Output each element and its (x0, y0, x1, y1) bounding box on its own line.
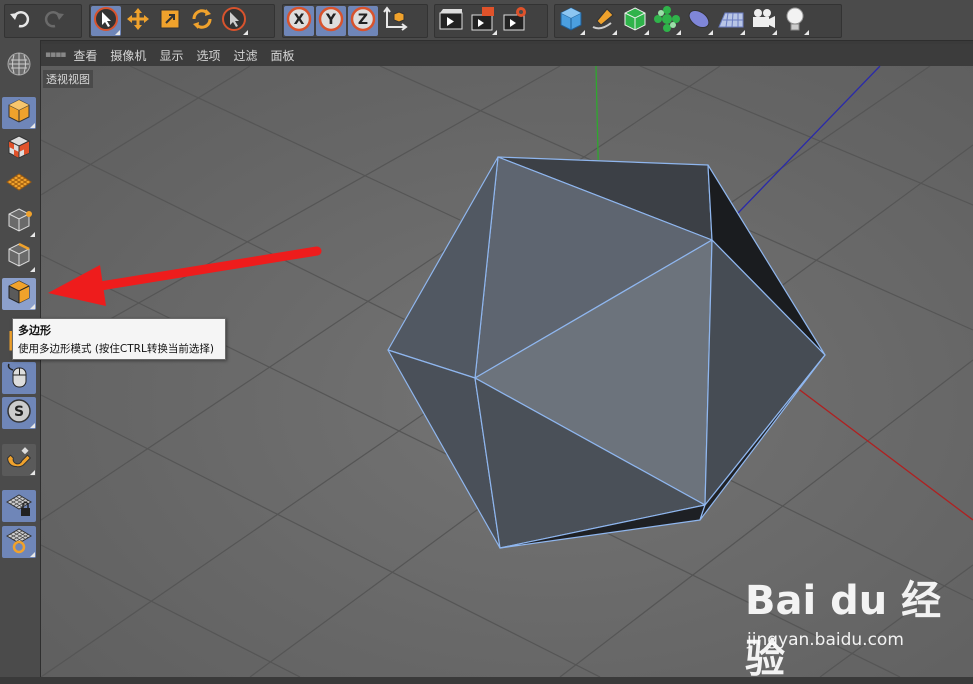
cube-primitive-button[interactable] (556, 6, 586, 36)
baidu-logo: Bai du 经验 (745, 578, 942, 682)
axis-lock-group: X Y Z (282, 4, 428, 38)
locked-workplane-icon (5, 490, 33, 522)
viewport-label: 透视视图 (43, 70, 93, 88)
cloner-button[interactable] (652, 6, 682, 36)
light-button[interactable] (780, 6, 810, 36)
snap-button[interactable] (2, 444, 36, 476)
pen-spline-button[interactable] (588, 6, 618, 36)
svg-text:Z: Z (358, 12, 368, 28)
menu-cameras[interactable]: 摄像机 (110, 47, 146, 64)
floor-button[interactable] (716, 6, 746, 36)
move-button[interactable] (123, 6, 153, 36)
tooltip: 多边形 使用多边形模式 (按住CTRL转换当前选择) (12, 318, 226, 360)
points-mode-icon (5, 206, 33, 238)
undo-icon (7, 5, 35, 37)
planar-workplane-button[interactable] (2, 526, 36, 558)
world-coordinate-button[interactable] (380, 6, 410, 36)
live-selection-button[interactable] (91, 6, 121, 36)
z-axis-button[interactable]: Z (348, 6, 378, 36)
redo-icon (39, 5, 67, 37)
rotate-button[interactable] (187, 6, 217, 36)
svg-text:X: X (294, 12, 305, 28)
world-coordinate-icon (381, 5, 409, 37)
tweak-mode-icon (5, 362, 33, 394)
tooltip-description: 使用多边形模式 (按住CTRL转换当前选择) (18, 343, 214, 355)
scale-button[interactable] (155, 6, 185, 36)
y-axis-button[interactable]: Y (316, 6, 346, 36)
make-editable-button[interactable] (2, 50, 36, 82)
x-axis-button[interactable]: X (284, 6, 314, 36)
workplane-mode-button[interactable] (2, 168, 36, 200)
make-editable-icon (5, 50, 33, 82)
menu-filter[interactable]: 过滤 (233, 47, 257, 64)
render-view-button[interactable] (436, 6, 466, 36)
workplane-mode-icon (5, 168, 33, 200)
viewport-menubar: ▪▪▪▪ 查看 摄像机 显示 选项 过滤 面板 (41, 44, 973, 66)
texture-mode-icon (5, 133, 33, 165)
drag-grip-icon[interactable]: ▪▪▪▪ (45, 50, 66, 60)
undo-redo-group (4, 4, 82, 38)
subdivision-surface-button[interactable] (620, 6, 650, 36)
edges-mode-button[interactable] (2, 241, 36, 273)
z-axis-icon: Z (349, 5, 377, 37)
svg-text:S: S (14, 404, 24, 420)
solo-mode-icon: S (5, 397, 33, 429)
deformer-button[interactable] (684, 6, 714, 36)
snap-icon (5, 444, 33, 476)
render-group (434, 4, 548, 38)
locked-workplane-button[interactable] (2, 490, 36, 522)
baidu-watermark: Bai du 经验 jingyan.baidu.com (745, 568, 955, 682)
menu-panel[interactable]: 面板 (270, 47, 294, 64)
transform-tools-group (89, 4, 275, 38)
render-settings-button[interactable] (500, 6, 530, 36)
solo-mode-button[interactable]: S (2, 397, 36, 429)
objects-group (554, 4, 842, 38)
recent-tool-button[interactable] (219, 6, 249, 36)
edges-mode-icon (5, 241, 33, 273)
render-view-icon (437, 5, 465, 37)
polygons-mode-icon (5, 278, 33, 310)
undo-button[interactable] (6, 6, 36, 36)
menu-view[interactable]: 查看 (73, 47, 97, 64)
move-icon (124, 5, 152, 37)
y-axis-icon: Y (317, 5, 345, 37)
rotate-icon (188, 5, 216, 37)
model-mode-icon (5, 97, 33, 129)
watermark-url: jingyan.baidu.com (747, 630, 904, 650)
menu-options[interactable]: 选项 (196, 47, 220, 64)
menu-display[interactable]: 显示 (159, 47, 183, 64)
planar-workplane-icon (5, 526, 33, 558)
tooltip-title: 多边形 (18, 324, 51, 337)
points-mode-button[interactable] (2, 206, 36, 238)
svg-text:Y: Y (325, 12, 337, 28)
camera-button[interactable] (748, 6, 778, 36)
render-settings-icon (501, 5, 529, 37)
scale-icon (156, 5, 184, 37)
polygons-mode-button[interactable] (2, 278, 36, 310)
texture-mode-button[interactable] (2, 133, 36, 165)
x-axis-icon: X (285, 5, 313, 37)
redo-button[interactable] (38, 6, 68, 36)
model-mode-button[interactable] (2, 97, 36, 129)
main-toolbar: X Y Z (0, 0, 973, 41)
tweak-mode-button[interactable] (2, 362, 36, 394)
render-picture-viewer-button[interactable] (468, 6, 498, 36)
